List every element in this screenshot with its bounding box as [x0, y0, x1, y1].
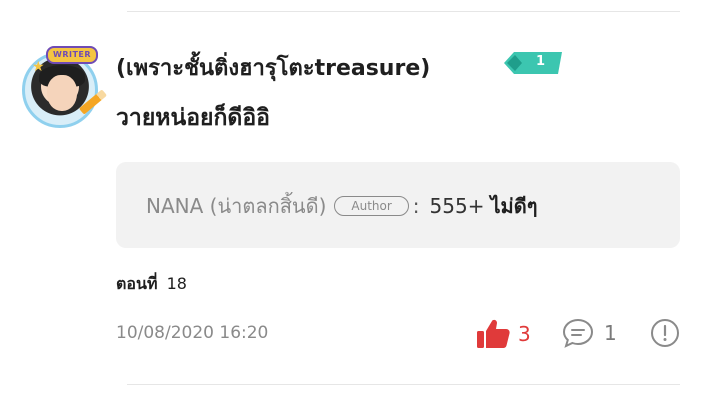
- avatar-face: [47, 75, 77, 111]
- speech-bubble-icon: [562, 318, 594, 348]
- level-badge: 1: [504, 52, 562, 74]
- star-icon: ★: [32, 59, 45, 75]
- like-button[interactable]: 3: [476, 318, 531, 350]
- report-button[interactable]: [650, 318, 680, 348]
- reply-colon: :: [412, 194, 420, 218]
- reply-text-bold: ไม่ดีๆ: [490, 194, 538, 218]
- reply-count: 1: [604, 321, 617, 345]
- episode-link[interactable]: ตอนที่ 18: [116, 272, 187, 297]
- thumbs-up-icon: [477, 319, 510, 348]
- comment-card: WRITER ★ (เพราะชั้นติ่งฮารุโตะtreasure) …: [0, 0, 720, 402]
- bottom-divider: [127, 384, 680, 385]
- author-reply-box: NANA (น่าตลกสิ้นดี) Author : 555+ ไม่ดีๆ: [116, 162, 680, 248]
- level-number: 1: [536, 54, 546, 69]
- top-divider: [127, 11, 680, 12]
- reply-button[interactable]: 1: [562, 318, 617, 348]
- like-count: 3: [518, 322, 531, 346]
- reply-text: 555+: [429, 194, 485, 218]
- episode-number: 18: [166, 274, 187, 293]
- user-avatar[interactable]: WRITER ★: [18, 46, 108, 134]
- episode-label: ตอนที่: [116, 274, 158, 293]
- exclamation-circle-icon: [651, 319, 679, 347]
- author-reply: NANA (น่าตลกสิ้นดี) Author : 555+ ไม่ดีๆ: [146, 190, 537, 222]
- comment-username[interactable]: (เพราะชั้นติ่งฮารุโตะtreasure): [116, 50, 430, 85]
- reply-author-name[interactable]: NANA (น่าตลกสิ้นดี): [146, 190, 326, 222]
- comment-text: วายหน่อยก็ดีอิอิ: [116, 105, 270, 131]
- writer-badge: WRITER: [46, 46, 99, 64]
- author-tag: Author: [334, 196, 409, 216]
- comment-timestamp: 10/08/2020 16:20: [116, 323, 269, 343]
- level-tag-icon: [504, 52, 562, 74]
